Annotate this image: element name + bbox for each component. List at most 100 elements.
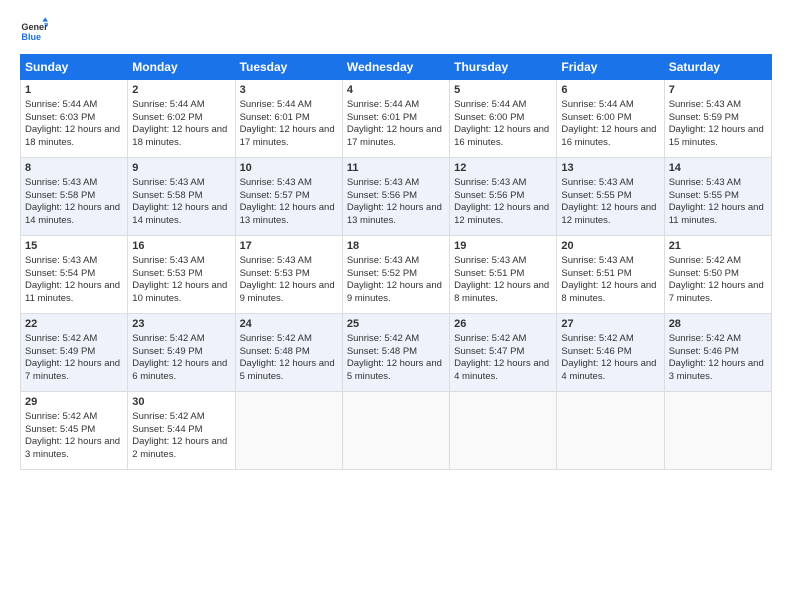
week-row-5: 29Sunrise: 5:42 AMSunset: 5:45 PMDayligh… (21, 392, 772, 470)
day-number: 23 (132, 317, 230, 332)
day-cell-12: 12Sunrise: 5:43 AMSunset: 5:56 PMDayligh… (450, 158, 557, 236)
sunset: Sunset: 5:46 PM (669, 346, 739, 357)
header-row: SundayMondayTuesdayWednesdayThursdayFrid… (21, 55, 772, 80)
day-cell-17: 17Sunrise: 5:43 AMSunset: 5:53 PMDayligh… (235, 236, 342, 314)
week-row-1: 1Sunrise: 5:44 AMSunset: 6:03 PMDaylight… (21, 80, 772, 158)
day-number: 26 (454, 317, 552, 332)
sunrise: Sunrise: 5:43 AM (25, 255, 97, 266)
day-number: 30 (132, 395, 230, 410)
empty-cell (557, 392, 664, 470)
sunset: Sunset: 6:01 PM (240, 112, 310, 123)
daylight: Daylight: 12 hours and 11 minutes. (669, 202, 764, 226)
daylight: Daylight: 12 hours and 13 minutes. (240, 202, 335, 226)
week-row-2: 8Sunrise: 5:43 AMSunset: 5:58 PMDaylight… (21, 158, 772, 236)
day-number: 7 (669, 83, 767, 98)
daylight: Daylight: 12 hours and 13 minutes. (347, 202, 442, 226)
daylight: Daylight: 12 hours and 14 minutes. (132, 202, 227, 226)
sunset: Sunset: 5:53 PM (132, 268, 202, 279)
daylight: Daylight: 12 hours and 12 minutes. (561, 202, 656, 226)
day-number: 18 (347, 239, 445, 254)
daylight: Daylight: 12 hours and 5 minutes. (347, 358, 442, 382)
day-number: 2 (132, 83, 230, 98)
sunrise: Sunrise: 5:43 AM (132, 177, 204, 188)
daylight: Daylight: 12 hours and 4 minutes. (454, 358, 549, 382)
sunset: Sunset: 5:56 PM (454, 190, 524, 201)
sunset: Sunset: 6:00 PM (454, 112, 524, 123)
daylight: Daylight: 12 hours and 9 minutes. (240, 280, 335, 304)
sunset: Sunset: 5:46 PM (561, 346, 631, 357)
header-monday: Monday (128, 55, 235, 80)
sunset: Sunset: 5:58 PM (132, 190, 202, 201)
sunrise: Sunrise: 5:44 AM (561, 99, 633, 110)
sunset: Sunset: 5:44 PM (132, 424, 202, 435)
logo: General Blue (20, 16, 52, 44)
day-number: 9 (132, 161, 230, 176)
day-number: 29 (25, 395, 123, 410)
sunrise: Sunrise: 5:44 AM (132, 99, 204, 110)
daylight: Daylight: 12 hours and 3 minutes. (669, 358, 764, 382)
day-cell-30: 30Sunrise: 5:42 AMSunset: 5:44 PMDayligh… (128, 392, 235, 470)
sunrise: Sunrise: 5:43 AM (454, 177, 526, 188)
sunset: Sunset: 5:51 PM (561, 268, 631, 279)
sunrise: Sunrise: 5:44 AM (347, 99, 419, 110)
daylight: Daylight: 12 hours and 8 minutes. (454, 280, 549, 304)
sunrise: Sunrise: 5:43 AM (240, 177, 312, 188)
day-number: 4 (347, 83, 445, 98)
day-number: 25 (347, 317, 445, 332)
day-cell-15: 15Sunrise: 5:43 AMSunset: 5:54 PMDayligh… (21, 236, 128, 314)
sunrise: Sunrise: 5:42 AM (669, 255, 741, 266)
sunrise: Sunrise: 5:43 AM (669, 177, 741, 188)
daylight: Daylight: 12 hours and 9 minutes. (347, 280, 442, 304)
daylight: Daylight: 12 hours and 8 minutes. (561, 280, 656, 304)
header-saturday: Saturday (664, 55, 771, 80)
daylight: Daylight: 12 hours and 18 minutes. (132, 124, 227, 148)
sunset: Sunset: 5:48 PM (240, 346, 310, 357)
daylight: Daylight: 12 hours and 15 minutes. (669, 124, 764, 148)
day-cell-21: 21Sunrise: 5:42 AMSunset: 5:50 PMDayligh… (664, 236, 771, 314)
daylight: Daylight: 12 hours and 16 minutes. (454, 124, 549, 148)
sunset: Sunset: 5:55 PM (561, 190, 631, 201)
sunrise: Sunrise: 5:43 AM (669, 99, 741, 110)
sunset: Sunset: 5:45 PM (25, 424, 95, 435)
sunrise: Sunrise: 5:42 AM (240, 333, 312, 344)
day-cell-29: 29Sunrise: 5:42 AMSunset: 5:45 PMDayligh… (21, 392, 128, 470)
empty-cell (235, 392, 342, 470)
day-number: 22 (25, 317, 123, 332)
daylight: Daylight: 12 hours and 16 minutes. (561, 124, 656, 148)
sunset: Sunset: 5:57 PM (240, 190, 310, 201)
logo-icon: General Blue (20, 16, 48, 44)
header: General Blue (20, 16, 772, 44)
sunrise: Sunrise: 5:42 AM (669, 333, 741, 344)
day-number: 13 (561, 161, 659, 176)
page: General Blue SundayMondayTuesdayWednesda… (0, 0, 792, 612)
sunset: Sunset: 6:00 PM (561, 112, 631, 123)
daylight: Daylight: 12 hours and 12 minutes. (454, 202, 549, 226)
sunrise: Sunrise: 5:44 AM (454, 99, 526, 110)
day-cell-19: 19Sunrise: 5:43 AMSunset: 5:51 PMDayligh… (450, 236, 557, 314)
day-number: 15 (25, 239, 123, 254)
daylight: Daylight: 12 hours and 4 minutes. (561, 358, 656, 382)
sunrise: Sunrise: 5:43 AM (240, 255, 312, 266)
day-cell-1: 1Sunrise: 5:44 AMSunset: 6:03 PMDaylight… (21, 80, 128, 158)
sunset: Sunset: 5:47 PM (454, 346, 524, 357)
header-friday: Friday (557, 55, 664, 80)
day-cell-9: 9Sunrise: 5:43 AM Sunset: 5:58 PMDaylight… (128, 158, 235, 236)
day-cell-27: 27Sunrise: 5:42 AMSunset: 5:46 PMDayligh… (557, 314, 664, 392)
daylight: Daylight: 12 hours and 10 minutes. (132, 280, 227, 304)
sunrise: Sunrise: 5:42 AM (132, 411, 204, 422)
daylight: Daylight: 12 hours and 18 minutes. (25, 124, 120, 148)
sunset: Sunset: 6:02 PM (132, 112, 202, 123)
sunset: Sunset: 6:01 PM (347, 112, 417, 123)
sunset: Sunset: 5:53 PM (240, 268, 310, 279)
day-cell-3: 3Sunrise: 5:44 AMSunset: 6:01 PMDaylight… (235, 80, 342, 158)
day-number: 5 (454, 83, 552, 98)
header-sunday: Sunday (21, 55, 128, 80)
sunrise: Sunrise: 5:43 AM (25, 177, 97, 188)
day-number: 21 (669, 239, 767, 254)
sunset: Sunset: 5:54 PM (25, 268, 95, 279)
day-number: 6 (561, 83, 659, 98)
sunset: Sunset: 5:49 PM (25, 346, 95, 357)
day-number: 11 (347, 161, 445, 176)
day-cell-10: 10Sunrise: 5:43 AMSunset: 5:57 PMDayligh… (235, 158, 342, 236)
day-cell-2: 2Sunrise: 5:44 AM Sunset: 6:02 PMDaylight… (128, 80, 235, 158)
